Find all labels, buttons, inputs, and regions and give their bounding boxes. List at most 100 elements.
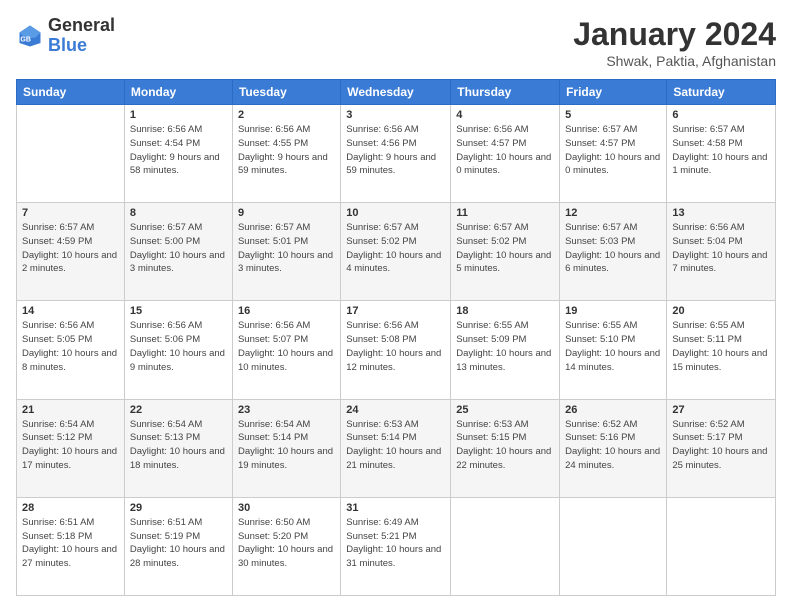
day-info: Sunrise: 6:52 AMSunset: 5:17 PMDaylight:… — [672, 418, 770, 473]
calendar-cell: 5 Sunrise: 6:57 AMSunset: 4:57 PMDaylight… — [560, 105, 667, 203]
calendar-cell: 12Sunrise: 6:57 AMSunset: 5:03 PMDayligh… — [560, 203, 667, 301]
day-number: 9 — [238, 207, 335, 219]
calendar-cell: 15 Sunrise: 6:56 AMSunset: 5:06 PMDayligh… — [124, 301, 232, 399]
week-row-2: 14 Sunrise: 6:56 AMSunset: 5:05 PMDayligh… — [17, 301, 776, 399]
header-tuesday: Tuesday — [232, 80, 340, 105]
calendar-cell: 1 Sunrise: 6:56 AMSunset: 4:54 PMDaylight… — [124, 105, 232, 203]
logo: GB General Blue — [16, 16, 115, 56]
day-info: Sunrise: 6:49 AMSunset: 5:21 PMDaylight:… — [346, 516, 445, 571]
day-number: 16 — [238, 305, 335, 317]
calendar-cell: 7 Sunrise: 6:57 AMSunset: 4:59 PMDaylight… — [17, 203, 125, 301]
calendar-table: Sunday Monday Tuesday Wednesday Thursday… — [16, 79, 776, 596]
day-info: Sunrise: 6:56 AMSunset: 5:06 PMDaylight:… — [130, 319, 227, 374]
subtitle: Shwak, Paktia, Afghanistan — [573, 53, 776, 69]
calendar-cell: 9 Sunrise: 6:57 AMSunset: 5:01 PMDaylight… — [232, 203, 340, 301]
day-info: Sunrise: 6:55 AMSunset: 5:09 PMDaylight:… — [456, 319, 554, 374]
day-info: Sunrise: 6:56 AMSunset: 5:04 PMDaylight:… — [672, 221, 770, 276]
day-info: Sunrise: 6:54 AMSunset: 5:13 PMDaylight:… — [130, 418, 227, 473]
calendar-cell: 4Sunrise: 6:56 AMSunset: 4:57 PMDaylight… — [451, 105, 560, 203]
day-info: Sunrise: 6:57 AMSunset: 5:00 PMDaylight:… — [130, 221, 227, 276]
header-saturday: Saturday — [667, 80, 776, 105]
day-number: 17 — [346, 305, 445, 317]
day-number: 4 — [456, 109, 554, 121]
calendar-cell — [667, 497, 776, 595]
day-info: Sunrise: 6:57 AMSunset: 4:57 PMDaylight:… — [565, 123, 661, 178]
day-info: Sunrise: 6:53 AMSunset: 5:15 PMDaylight:… — [456, 418, 554, 473]
day-number: 21 — [22, 404, 119, 416]
calendar-cell: 26 Sunrise: 6:52 AMSunset: 5:16 PMDayligh… — [560, 399, 667, 497]
logo-icon: GB — [16, 22, 44, 50]
calendar-cell: 11Sunrise: 6:57 AMSunset: 5:02 PMDayligh… — [451, 203, 560, 301]
day-number: 1 — [130, 109, 227, 121]
day-info: Sunrise: 6:56 AMSunset: 5:07 PMDaylight:… — [238, 319, 335, 374]
calendar-cell: 21Sunrise: 6:54 AMSunset: 5:12 PMDayligh… — [17, 399, 125, 497]
day-info: Sunrise: 6:55 AMSunset: 5:11 PMDaylight:… — [672, 319, 770, 374]
day-number: 30 — [238, 502, 335, 514]
day-number: 20 — [672, 305, 770, 317]
calendar-cell — [17, 105, 125, 203]
day-number: 15 — [130, 305, 227, 317]
header-sunday: Sunday — [17, 80, 125, 105]
day-number: 26 — [565, 404, 661, 416]
day-info: Sunrise: 6:57 AMSunset: 5:03 PMDaylight:… — [565, 221, 661, 276]
header: GB General Blue January 2024 Shwak, Pakt… — [16, 16, 776, 69]
day-info: Sunrise: 6:56 AMSunset: 5:08 PMDaylight:… — [346, 319, 445, 374]
day-info: Sunrise: 6:54 AMSunset: 5:14 PMDaylight:… — [238, 418, 335, 473]
calendar-cell — [451, 497, 560, 595]
page: GB General Blue January 2024 Shwak, Pakt… — [0, 0, 792, 612]
header-thursday: Thursday — [451, 80, 560, 105]
header-monday: Monday — [124, 80, 232, 105]
day-number: 14 — [22, 305, 119, 317]
calendar-cell: 19 Sunrise: 6:55 AMSunset: 5:10 PMDayligh… — [560, 301, 667, 399]
day-number: 25 — [456, 404, 554, 416]
day-info: Sunrise: 6:56 AMSunset: 5:05 PMDaylight:… — [22, 319, 119, 374]
day-info: Sunrise: 6:57 AMSunset: 5:02 PMDaylight:… — [346, 221, 445, 276]
calendar-cell: 13Sunrise: 6:56 AMSunset: 5:04 PMDayligh… — [667, 203, 776, 301]
week-row-4: 28Sunrise: 6:51 AMSunset: 5:18 PMDayligh… — [17, 497, 776, 595]
day-number: 23 — [238, 404, 335, 416]
day-number: 5 — [565, 109, 661, 121]
day-number: 10 — [346, 207, 445, 219]
day-info: Sunrise: 6:51 AMSunset: 5:19 PMDaylight:… — [130, 516, 227, 571]
calendar-cell: 10 Sunrise: 6:57 AMSunset: 5:02 PMDayligh… — [341, 203, 451, 301]
calendar-cell: 2Sunrise: 6:56 AMSunset: 4:55 PMDaylight… — [232, 105, 340, 203]
day-info: Sunrise: 6:57 AMSunset: 5:01 PMDaylight:… — [238, 221, 335, 276]
day-info: Sunrise: 6:53 AMSunset: 5:14 PMDaylight:… — [346, 418, 445, 473]
calendar-cell: 25 Sunrise: 6:53 AMSunset: 5:15 PMDayligh… — [451, 399, 560, 497]
day-number: 24 — [346, 404, 445, 416]
day-number: 29 — [130, 502, 227, 514]
calendar-cell — [560, 497, 667, 595]
day-info: Sunrise: 6:56 AMSunset: 4:54 PMDaylight:… — [130, 123, 227, 178]
week-row-0: 1 Sunrise: 6:56 AMSunset: 4:54 PMDaylight… — [17, 105, 776, 203]
calendar-cell: 17 Sunrise: 6:56 AMSunset: 5:08 PMDayligh… — [341, 301, 451, 399]
day-info: Sunrise: 6:56 AMSunset: 4:56 PMDaylight:… — [346, 123, 445, 178]
day-number: 3 — [346, 109, 445, 121]
day-info: Sunrise: 6:57 AMSunset: 5:02 PMDaylight:… — [456, 221, 554, 276]
logo-text: General Blue — [48, 16, 115, 56]
calendar-cell: 8Sunrise: 6:57 AMSunset: 5:00 PMDaylight… — [124, 203, 232, 301]
day-number: 6 — [672, 109, 770, 121]
title-block: January 2024 Shwak, Paktia, Afghanistan — [573, 16, 776, 69]
calendar-cell: 18 Sunrise: 6:55 AMSunset: 5:09 PMDayligh… — [451, 301, 560, 399]
day-number: 27 — [672, 404, 770, 416]
calendar-cell: 24 Sunrise: 6:53 AMSunset: 5:14 PMDayligh… — [341, 399, 451, 497]
day-number: 28 — [22, 502, 119, 514]
calendar-cell: 3 Sunrise: 6:56 AMSunset: 4:56 PMDaylight… — [341, 105, 451, 203]
day-number: 18 — [456, 305, 554, 317]
day-number: 7 — [22, 207, 119, 219]
day-info: Sunrise: 6:52 AMSunset: 5:16 PMDaylight:… — [565, 418, 661, 473]
logo-blue: Blue — [48, 36, 115, 56]
logo-general: General — [48, 16, 115, 36]
day-number: 2 — [238, 109, 335, 121]
day-info: Sunrise: 6:57 AMSunset: 4:58 PMDaylight:… — [672, 123, 770, 178]
calendar-cell: 23 Sunrise: 6:54 AMSunset: 5:14 PMDayligh… — [232, 399, 340, 497]
calendar-cell: 30Sunrise: 6:50 AMSunset: 5:20 PMDayligh… — [232, 497, 340, 595]
calendar-cell: 14 Sunrise: 6:56 AMSunset: 5:05 PMDayligh… — [17, 301, 125, 399]
day-info: Sunrise: 6:55 AMSunset: 5:10 PMDaylight:… — [565, 319, 661, 374]
day-info: Sunrise: 6:57 AMSunset: 4:59 PMDaylight:… — [22, 221, 119, 276]
header-wednesday: Wednesday — [341, 80, 451, 105]
calendar-cell: 28Sunrise: 6:51 AMSunset: 5:18 PMDayligh… — [17, 497, 125, 595]
calendar-cell: 16 Sunrise: 6:56 AMSunset: 5:07 PMDayligh… — [232, 301, 340, 399]
day-number: 19 — [565, 305, 661, 317]
calendar-header-row: Sunday Monday Tuesday Wednesday Thursday… — [17, 80, 776, 105]
